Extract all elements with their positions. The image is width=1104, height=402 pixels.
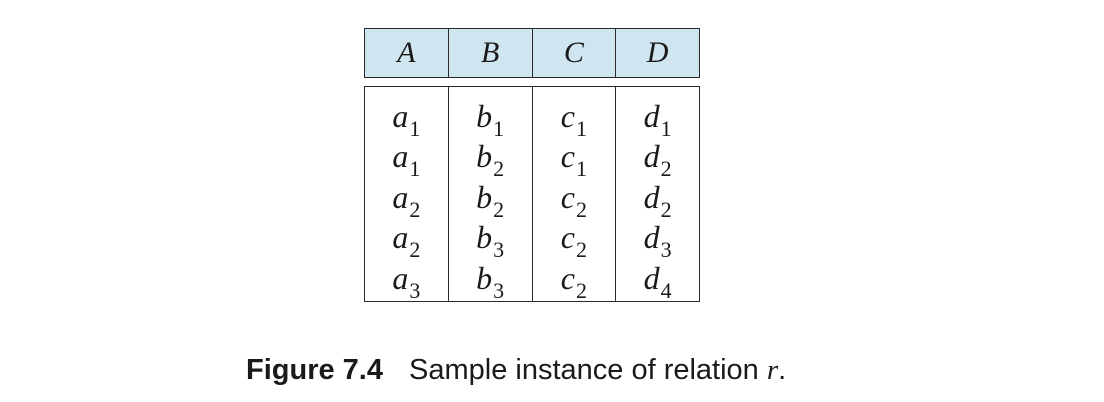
cell-base: b xyxy=(476,219,493,256)
relation-table-body: a1 a1 a2 a2 a3 b1 b2 b2 b3 b3 c1 c1 c2 c2 c2 d1 d2 d2 d… xyxy=(364,86,700,303)
cell-subscript: 2 xyxy=(493,156,505,182)
table-cell: d4 xyxy=(643,259,672,303)
table-cell: d2 xyxy=(643,178,672,222)
cell-base: b xyxy=(476,178,493,215)
cell-subscript: 1 xyxy=(493,116,505,141)
figure-caption: Figure 7.4 Sample instance of relation r. xyxy=(246,354,786,387)
table-cell: d1 xyxy=(643,98,672,141)
table-cell: c2 xyxy=(560,178,587,222)
cell-subscript: 1 xyxy=(409,156,421,182)
cell-base: a xyxy=(392,259,409,296)
header-cell-d: D xyxy=(646,36,669,69)
cell-subscript: 4 xyxy=(660,277,672,303)
cell-base: a xyxy=(392,219,409,256)
cell-subscript: 2 xyxy=(660,156,672,182)
cell-base: c xyxy=(560,178,575,215)
cell-subscript: 3 xyxy=(660,237,672,263)
table-cell: a1 xyxy=(392,98,421,141)
caption-end: . xyxy=(778,354,787,386)
table-cell: b3 xyxy=(476,219,505,263)
table-cell: a2 xyxy=(392,178,421,222)
table-column-b: b1 b2 b2 b3 b3 xyxy=(449,87,533,303)
cell-base: d xyxy=(643,178,660,215)
table-column-a: a1 a1 a2 a2 a3 xyxy=(365,87,449,303)
table-cell: c2 xyxy=(560,259,587,303)
cell-base: d xyxy=(643,219,660,256)
table-cell: c1 xyxy=(560,138,587,182)
cell-base: a xyxy=(392,98,409,134)
caption-text: Sample instance of relation xyxy=(409,354,767,386)
table-cell: d3 xyxy=(643,219,672,263)
table-cell: c2 xyxy=(560,219,587,263)
cell-subscript: 2 xyxy=(575,196,587,222)
cell-base: b xyxy=(476,98,493,134)
cell-base: d xyxy=(643,138,660,175)
cell-subscript: 2 xyxy=(409,237,421,263)
cell-subscript: 2 xyxy=(409,196,421,222)
cell-subscript: 3 xyxy=(409,277,421,303)
cell-subscript: 1 xyxy=(575,116,587,141)
cell-subscript: 2 xyxy=(575,237,587,263)
cell-base: c xyxy=(560,98,575,134)
table-cell: b2 xyxy=(476,138,505,182)
table-cell: a1 xyxy=(392,138,421,182)
table-cell: b2 xyxy=(476,178,505,222)
table-column-c: c1 c1 c2 c2 c2 xyxy=(533,87,617,303)
cell-base: d xyxy=(643,259,660,296)
cell-subscript: 2 xyxy=(660,196,672,222)
cell-subscript: 3 xyxy=(493,237,505,263)
cell-subscript: 2 xyxy=(493,196,505,222)
header-cell-c: C xyxy=(533,29,617,77)
cell-base: b xyxy=(476,138,493,175)
cell-base: c xyxy=(560,138,575,175)
cell-base: c xyxy=(560,259,575,296)
table-cell: b3 xyxy=(476,259,505,303)
caption-relation-name: r xyxy=(766,354,779,386)
table-column-d: d1 d2 d2 d3 d4 xyxy=(616,87,699,303)
cell-subscript: 1 xyxy=(575,156,587,182)
cell-base: a xyxy=(392,178,409,215)
cell-base: a xyxy=(392,138,409,175)
header-cell-b: B xyxy=(449,29,533,77)
header-cell-a: A xyxy=(365,29,449,77)
cell-base: d xyxy=(643,98,660,134)
table-cell: a3 xyxy=(392,259,421,303)
cell-subscript: 2 xyxy=(575,277,587,303)
cell-base: c xyxy=(560,219,575,256)
cell-subscript: 1 xyxy=(409,116,421,141)
cell-subscript: 3 xyxy=(493,277,505,303)
figure-label: Figure 7.4 xyxy=(246,354,383,386)
table-cell: d2 xyxy=(643,138,672,182)
cell-base: b xyxy=(476,259,493,296)
table-cell: a2 xyxy=(392,219,421,263)
table-cell: c1 xyxy=(560,98,587,141)
table-header-row: A B C D xyxy=(364,28,700,78)
cell-subscript: 1 xyxy=(660,116,672,141)
table-cell: b1 xyxy=(476,98,505,141)
